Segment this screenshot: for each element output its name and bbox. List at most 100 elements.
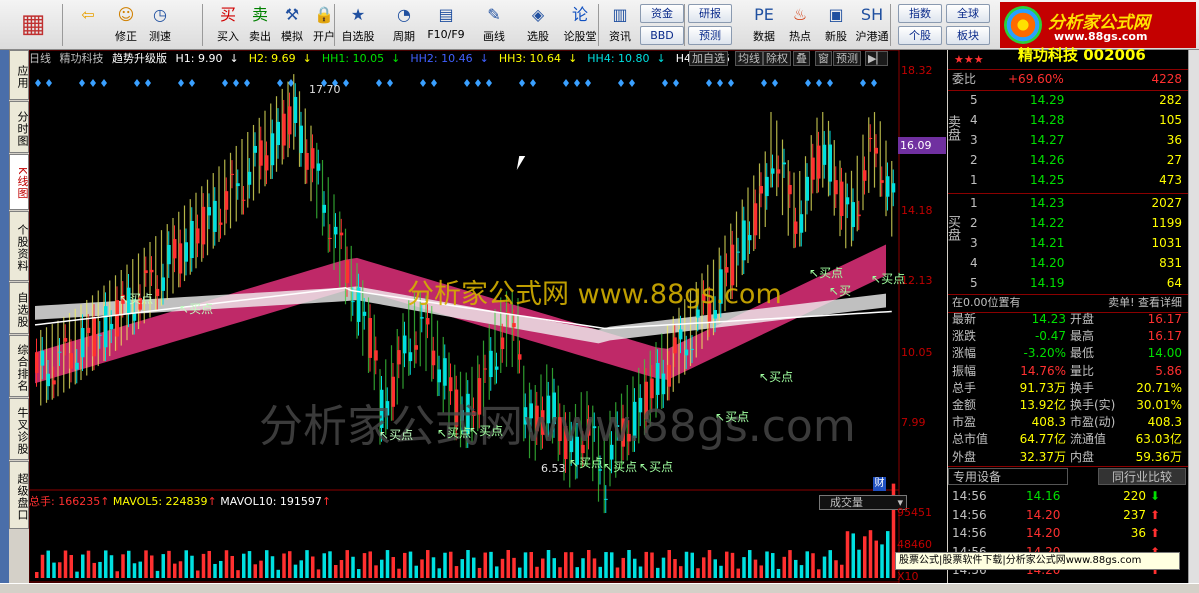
volume-bar (828, 550, 832, 578)
buy-point-label: 买点 (129, 292, 154, 306)
back-arrow-icon-button[interactable]: ⇦ (68, 2, 108, 48)
chart-toolbar-button[interactable]: 均线 (735, 51, 763, 66)
left-tab-8[interactable]: 超级盘口 (9, 461, 29, 529)
toolbar-pill-button[interactable]: 资金 (640, 4, 684, 23)
indicator-name[interactable]: 趋势升级版 (112, 52, 167, 65)
toolbar-pill-button[interactable]: 指数 (898, 4, 942, 23)
ask-level-row[interactable]: 5 14.29 282 (948, 91, 1188, 110)
left-tab-2[interactable]: 分时图 (9, 101, 29, 153)
detail-link[interactable]: 卖单! 查看详细 (1108, 293, 1182, 312)
left-tab-4[interactable]: 个股资料 (9, 211, 29, 281)
period-icon-button[interactable]: ◔ 周期 (384, 2, 424, 48)
candle-body (794, 221, 798, 234)
volume-bar (592, 558, 597, 578)
volume-bar (431, 557, 436, 578)
chart-toolbar-button[interactable]: 预测 (833, 51, 861, 66)
indicator-line-value: HH4: 10.80 (587, 52, 650, 65)
volume-bar (305, 550, 309, 578)
stat-label: 涨跌 (952, 329, 977, 344)
volume-bar (201, 553, 206, 578)
bid-level-row[interactable]: 2 14.22 1199 (948, 214, 1188, 233)
news-icon-button[interactable]: ▥ 资讯 (600, 2, 640, 48)
chart-toolbar-button[interactable]: 加自选 (689, 51, 728, 66)
toolbar-button-label: 资讯 (609, 30, 631, 43)
volume-bar (610, 552, 614, 578)
bid-level-row[interactable]: 3 14.21 1031 (948, 234, 1188, 253)
candle-body (857, 214, 861, 217)
volume-bar (236, 570, 240, 578)
pe-icon-button[interactable]: PE 数据 (744, 2, 784, 48)
pen-icon-button[interactable]: ✎ 画线 (474, 2, 514, 48)
ask-level-row[interactable]: 4 14.28 105 (948, 111, 1188, 130)
candle-body (805, 176, 809, 201)
hk-connect-icon-button[interactable]: SH 沪港通 (852, 2, 892, 48)
star-folder-icon-button[interactable]: ★ 自选股 (338, 2, 378, 48)
signal-diamond (222, 79, 228, 87)
toolbar-pill-button[interactable]: 个股 (898, 26, 942, 45)
ask-level-row[interactable]: 1 14.25 473 (948, 171, 1188, 190)
candle-body (265, 155, 269, 171)
toolbar-pill-button[interactable]: 研报 (688, 4, 732, 23)
candle-body (518, 354, 522, 360)
tick-tabs: 专用设备 同行业比较 (948, 468, 1188, 486)
stat-value: 14.23 (1031, 312, 1066, 326)
finance-badge[interactable]: 财 (873, 477, 886, 491)
candle-body (799, 214, 804, 233)
candle-body (259, 140, 263, 166)
volume-bar (627, 550, 631, 578)
tab-sector[interactable]: 专用设备 (948, 468, 1068, 485)
toolbar-pill-button[interactable]: BBD (640, 26, 684, 45)
chart-toolbar-button[interactable]: 除权 (763, 51, 791, 66)
left-tab-7[interactable]: 牛叉诊股 (9, 398, 29, 460)
hot-icon-button[interactable]: ♨ 热点 (780, 2, 820, 48)
signal-diamond (145, 79, 151, 87)
ask-level: 4 (970, 113, 978, 127)
sell-icon: 卖 (251, 5, 268, 24)
candle-body (345, 260, 349, 284)
new-stock-icon-button[interactable]: ▣ 新股 (816, 2, 856, 48)
bid-level-row[interactable]: 5 14.19 64 (948, 274, 1188, 293)
arrow-up-left-icon: ↖ (469, 424, 480, 438)
chart-toolbar-button[interactable]: 窗 (815, 51, 832, 66)
stat-label: 总手 (952, 380, 977, 395)
arrow-up-left-icon: ↖ (759, 370, 770, 384)
candle-body (253, 145, 257, 153)
clock-icon-button[interactable]: ◷ 测速 (140, 2, 180, 48)
period-label[interactable]: 日线 (29, 52, 51, 65)
candle-body (374, 350, 378, 361)
footer-link[interactable]: 股票公式|股票软件下载|分析家公式网www.88gs.com (895, 552, 1180, 570)
volume-bar (696, 568, 700, 578)
volume-bar (299, 560, 303, 578)
forum-icon-button[interactable]: 论论股堂 (560, 2, 600, 48)
kline-chart-panel[interactable]: 日线 精功科技 趋势升级版 H1: 9.90 ↓ H2: 9.69 ↓ HH1: 10.… (29, 50, 947, 583)
chart-toolbar-button[interactable]: ▶▏ (865, 51, 888, 66)
left-tab-1[interactable]: 应用 (9, 50, 29, 100)
ask-level-row[interactable]: 2 14.26 27 (948, 151, 1188, 170)
bid-level-row[interactable]: 4 14.20 831 (948, 254, 1188, 273)
tick-row: 14:56 14.16 220 ⬇ (948, 487, 1188, 506)
candle-body (299, 125, 303, 154)
stat-label: 市盈 (952, 415, 977, 430)
left-tab-3[interactable]: K线图 (9, 154, 29, 210)
left-tab-6[interactable]: 综合排名 (9, 335, 29, 397)
toolbar-pill-button[interactable]: 板块 (946, 26, 990, 45)
toolbar-pill-button[interactable]: 全球 (946, 4, 990, 23)
buy-point-marker: ↖买点 (759, 368, 793, 385)
candle-body (495, 366, 499, 370)
ask-level-row[interactable]: 3 14.27 36 (948, 131, 1188, 150)
volume-bar (98, 561, 102, 578)
scrollbar[interactable] (1188, 50, 1199, 583)
stat-value: 30.01% (1136, 398, 1182, 412)
volume-indicator-select[interactable]: 成交量 ▾ (819, 495, 907, 510)
toolbar-button-label: 数据 (753, 30, 775, 43)
chart-toolbar-button[interactable]: 叠 (793, 51, 810, 66)
left-tab-5[interactable]: 自选股 (9, 282, 29, 334)
screen-icon-button[interactable]: ◈ 选股 (518, 2, 558, 48)
f10-icon-button[interactable]: ▤ F10/F9 (426, 2, 466, 48)
toolbar-pill-button[interactable]: 预测 (688, 26, 732, 45)
tab-peer-compare[interactable]: 同行业比较 (1098, 468, 1186, 485)
windows-icon-button[interactable]: ▦ (4, 2, 62, 48)
candle-body (880, 180, 884, 183)
bid-level-row[interactable]: 1 14.23 2027 (948, 194, 1188, 213)
signal-diamond (475, 79, 481, 87)
